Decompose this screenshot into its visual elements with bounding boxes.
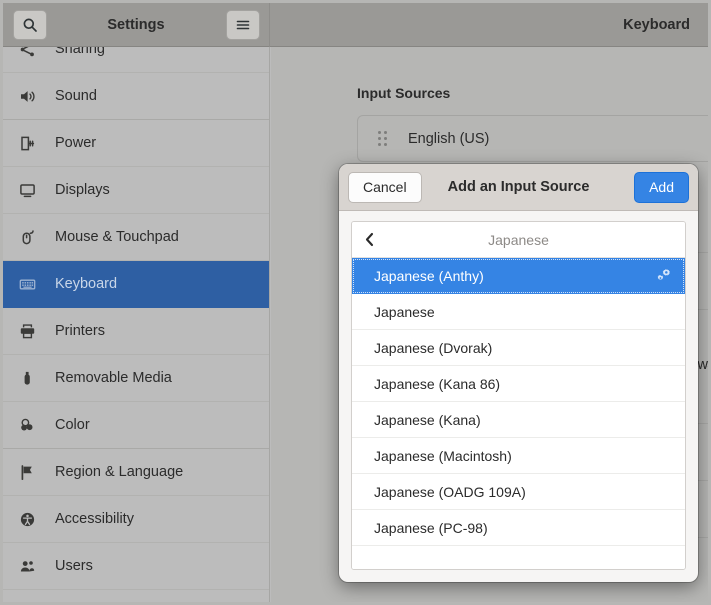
sidebar-item-label: Removable Media (55, 370, 172, 386)
list-item-label: Japanese (OADG 109A) (374, 483, 526, 500)
sidebar-item-keyboard[interactable]: Keyboard (3, 261, 269, 308)
add-button[interactable]: Add (634, 171, 689, 203)
share-icon (19, 47, 45, 59)
add-input-source-dialog: Cancel Add an Input Source Add Japanese … (339, 164, 698, 582)
list-item[interactable]: Japanese (Macintosh) (352, 438, 685, 474)
hamburger-menu-icon (235, 17, 251, 33)
input-source-row[interactable]: English (US) (358, 116, 708, 161)
list-item[interactable]: Japanese (Kana 86) (352, 366, 685, 402)
list-item[interactable]: Japanese (Dvorak) (352, 330, 685, 366)
back-button[interactable] (352, 222, 386, 257)
speaker-icon (19, 86, 45, 106)
sidebar-item-printers[interactable]: Printers (3, 308, 269, 355)
battery-plug-icon (19, 133, 45, 153)
list-item-label: Japanese (Kana 86) (374, 375, 501, 392)
printer-icon (19, 321, 45, 341)
list-item-label: Japanese (Macintosh) (374, 447, 512, 464)
list-item[interactable]: Japanese (Kana) (352, 402, 685, 438)
sidebar-item-sharing[interactable]: Sharing (3, 47, 269, 73)
list-item[interactable]: Japanese (OADG 109A) (352, 474, 685, 510)
dialog-body: Japanese Japanese (Anthy) Japanese Japan… (339, 211, 698, 582)
list-item-label: Japanese (Anthy) (374, 267, 484, 284)
input-source-listbox[interactable]: Japanese Japanese (Anthy) Japanese Japan… (351, 221, 686, 570)
breadcrumb-label: Japanese (488, 231, 549, 248)
listbox-empty-space (352, 546, 685, 569)
search-icon (22, 17, 38, 33)
list-item[interactable]: Japanese (PC-98) (352, 510, 685, 546)
sidebar-item-mouse-touchpad[interactable]: Mouse & Touchpad (3, 214, 269, 261)
menu-button[interactable] (226, 9, 260, 40)
sidebar-list: Sharing Sound Power Displays Mouse & Tou… (3, 47, 269, 590)
dialog-header-bar: Cancel Add an Input Source Add (339, 164, 698, 211)
sidebar-item-displays[interactable]: Displays (3, 167, 269, 214)
sidebar-item-label: Region & Language (55, 464, 184, 480)
sidebar-item-removable-media[interactable]: Removable Media (3, 355, 269, 402)
sidebar-item-color[interactable]: Color (3, 402, 269, 449)
sidebar-item-label: Power (55, 135, 97, 151)
sidebar-item-label: Mouse & Touchpad (55, 229, 179, 245)
color-circles-icon (19, 415, 45, 435)
sidebar-item-label: Keyboard (55, 276, 118, 292)
gear-preferences-icon[interactable] (656, 268, 673, 283)
list-item-label: Japanese (374, 303, 435, 320)
keyboard-icon (19, 274, 45, 294)
section-title-input-sources: Input Sources (357, 85, 451, 101)
sidebar-item-label: Sound (55, 88, 97, 104)
monitor-icon (19, 180, 45, 200)
list-item-label: Japanese (Kana) (374, 411, 481, 428)
sidebar-item-label: Accessibility (55, 511, 134, 527)
list-item[interactable]: Japanese (352, 294, 685, 330)
sidebar-item-users[interactable]: Users (3, 543, 269, 590)
panel-title: Keyboard (623, 16, 690, 33)
window-header-bar: Settings Keyboard (3, 3, 708, 47)
input-sources-frame: English (US) (357, 115, 708, 162)
sidebar-item-label: Sharing (55, 47, 105, 57)
list-item[interactable]: Japanese (Anthy) (352, 258, 685, 294)
settings-window: Settings Keyboard Sharing Sound Power Di… (3, 3, 708, 602)
sidebar-item-label: Displays (55, 182, 110, 198)
settings-sidebar[interactable]: Sharing Sound Power Displays Mouse & Tou… (3, 47, 270, 602)
flag-icon (19, 462, 45, 482)
search-button[interactable] (13, 9, 47, 40)
sidebar-item-accessibility[interactable]: Accessibility (3, 496, 269, 543)
users-icon (19, 556, 45, 576)
sidebar-item-label: Printers (55, 323, 105, 339)
sidebar-item-label: Users (55, 558, 93, 574)
input-source-label: English (US) (408, 130, 490, 147)
chevron-left-icon (364, 232, 375, 247)
list-item-label: Japanese (PC-98) (374, 519, 488, 536)
drag-handle-icon[interactable] (378, 130, 390, 147)
screen: Settings Keyboard Sharing Sound Power Di… (0, 0, 711, 605)
list-item-label: Japanese (Dvorak) (374, 339, 493, 356)
breadcrumb: Japanese (352, 222, 685, 258)
sidebar-item-label: Color (55, 417, 90, 433)
sidebar-item-power[interactable]: Power (3, 120, 269, 167)
sidebar-item-sound[interactable]: Sound (3, 73, 269, 120)
accessibility-icon (19, 509, 45, 529)
usb-drive-icon (19, 368, 45, 388)
mouse-icon (19, 227, 45, 247)
cancel-button[interactable]: Cancel (348, 171, 422, 203)
header-right-section: Keyboard (270, 3, 708, 47)
sidebar-item-region-language[interactable]: Region & Language (3, 449, 269, 496)
header-left-section: Settings (3, 3, 270, 47)
